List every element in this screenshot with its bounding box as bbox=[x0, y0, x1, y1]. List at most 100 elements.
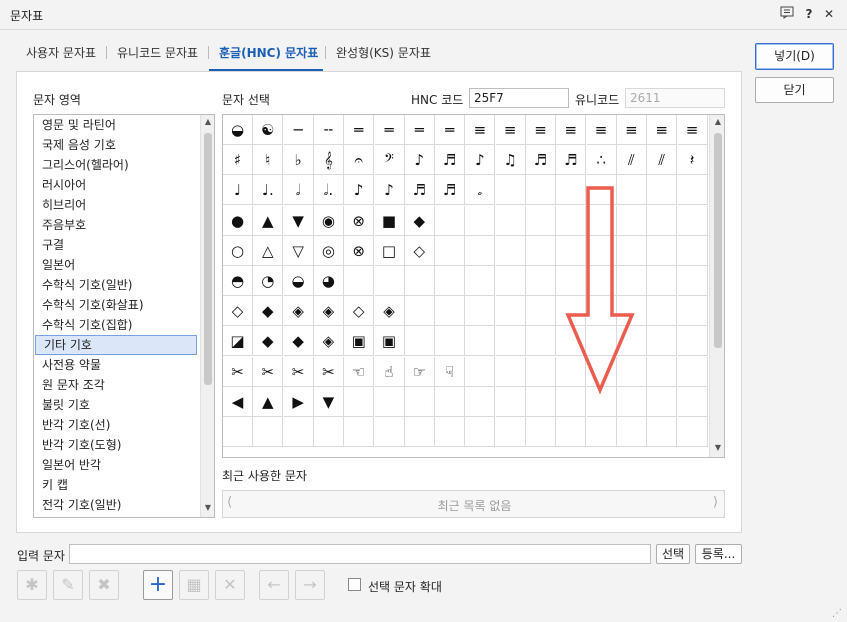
close-icon[interactable]: ✕ bbox=[821, 6, 837, 22]
char-cell[interactable] bbox=[677, 266, 708, 296]
char-cell[interactable]: ▣ bbox=[344, 326, 375, 357]
char-cell[interactable] bbox=[677, 235, 708, 266]
char-cell[interactable]: ◇ bbox=[404, 235, 435, 266]
char-cell[interactable]: ♬ bbox=[435, 175, 466, 206]
char-cell[interactable]: ▼ bbox=[313, 386, 344, 417]
char-cell[interactable]: ✂ bbox=[283, 356, 314, 387]
char-cell[interactable] bbox=[526, 386, 556, 417]
char-cell[interactable] bbox=[435, 386, 466, 417]
char-cell[interactable]: ◪ bbox=[223, 326, 253, 357]
char-cell[interactable]: ✂ bbox=[253, 356, 284, 387]
char-cell[interactable]: ♭ bbox=[283, 145, 314, 176]
char-cell[interactable]: △ bbox=[253, 235, 284, 266]
char-cell[interactable] bbox=[526, 205, 556, 236]
char-cell[interactable] bbox=[223, 417, 253, 447]
char-cell[interactable]: ∴ bbox=[586, 145, 617, 176]
char-cell[interactable]: ♪ bbox=[404, 145, 435, 176]
list-item[interactable]: 그리스어(헬라어) bbox=[34, 155, 198, 175]
char-cell[interactable]: ☯ bbox=[253, 115, 284, 145]
list-item[interactable]: 히브리어 bbox=[34, 195, 198, 215]
char-cell[interactable] bbox=[647, 417, 678, 447]
char-cell[interactable] bbox=[495, 266, 526, 296]
char-cell[interactable] bbox=[435, 205, 466, 236]
char-cell[interactable] bbox=[677, 417, 708, 447]
char-cell[interactable]: ⊗ bbox=[344, 235, 375, 266]
char-cell[interactable]: ≡ bbox=[556, 115, 587, 145]
char-cell[interactable] bbox=[616, 417, 647, 447]
scroll-up-icon[interactable]: ▲ bbox=[201, 115, 214, 129]
char-cell[interactable]: ▼ bbox=[283, 205, 314, 236]
char-cell[interactable] bbox=[677, 175, 708, 206]
char-cell[interactable]: ═ bbox=[374, 115, 405, 145]
tab-hnc-charmap[interactable]: 훈글(HNC) 문자표 bbox=[219, 44, 318, 61]
char-cell[interactable]: ♬ bbox=[556, 145, 587, 176]
char-cell[interactable]: 𝅗𝅥. bbox=[313, 175, 344, 206]
char-cell[interactable] bbox=[344, 266, 375, 296]
char-cell[interactable] bbox=[465, 326, 496, 357]
char-cell[interactable]: ◆ bbox=[404, 205, 435, 236]
char-cell[interactable] bbox=[647, 386, 678, 417]
char-cell[interactable] bbox=[344, 417, 375, 447]
char-cell[interactable]: 𝄽 bbox=[677, 145, 708, 176]
char-cell[interactable] bbox=[647, 326, 678, 357]
char-cell[interactable]: ◇ bbox=[223, 296, 253, 327]
char-cell[interactable]: ■ bbox=[374, 205, 405, 236]
char-cell[interactable] bbox=[647, 296, 678, 327]
char-cell[interactable] bbox=[586, 417, 617, 447]
char-grid[interactable]: ◒ ☯ ─ ╌ ═ ═ ═ ═ ≡ ≡ ≡ ≡ ≡ ≡ ≡ ≡ ♯ ♮ ♭ 𝄞 𝄐 𝄢 ♪ ♬ ♪ ♫ ♬ ♬ ∴ ⫽ ⫽ 𝄽 ♩ ♩. 𝅗𝅥 𝅗𝅥.… bbox=[222, 114, 725, 458]
char-cell[interactable]: ◒ bbox=[283, 266, 314, 296]
recent-list[interactable]: ⟨ 최근 목록 없음 ⟩ bbox=[222, 490, 725, 518]
add-table-icon[interactable]: ▦ bbox=[179, 570, 209, 600]
char-cell[interactable]: ≡ bbox=[526, 115, 556, 145]
char-cell[interactable]: ◀ bbox=[223, 386, 253, 417]
char-cell[interactable]: 𝄢 bbox=[374, 145, 405, 176]
edit-user-char-icon[interactable]: ✎ bbox=[53, 570, 83, 600]
char-cell[interactable] bbox=[465, 296, 496, 327]
char-cell[interactable]: ● bbox=[223, 205, 253, 236]
char-cell[interactable]: ⫽ bbox=[616, 145, 647, 176]
register-button[interactable]: 등록... bbox=[695, 544, 742, 564]
scroll-thumb[interactable] bbox=[714, 133, 722, 348]
char-cell[interactable] bbox=[647, 205, 678, 236]
tab-unicode-charmap[interactable]: 유니코드 문자표 bbox=[117, 44, 198, 61]
char-cell[interactable] bbox=[647, 356, 678, 387]
char-cell[interactable]: ≡ bbox=[495, 115, 526, 145]
char-cell[interactable]: ✂ bbox=[313, 356, 344, 387]
char-cell[interactable] bbox=[404, 417, 435, 447]
insert-button[interactable]: 넣기(D) bbox=[755, 43, 834, 70]
char-cell[interactable]: ◉ bbox=[313, 205, 344, 236]
char-cell[interactable] bbox=[465, 356, 496, 387]
char-cell[interactable]: ☞ bbox=[404, 356, 435, 387]
list-item[interactable]: 일본어 반각 bbox=[34, 455, 198, 475]
char-cell[interactable] bbox=[495, 235, 526, 266]
char-cell[interactable] bbox=[465, 205, 496, 236]
delete-user-char-icon[interactable]: ✖ bbox=[89, 570, 119, 600]
char-cell[interactable]: ≡ bbox=[465, 115, 496, 145]
char-cell[interactable]: ╌ bbox=[313, 115, 344, 145]
list-item[interactable]: 영문 및 라틴어 bbox=[34, 115, 198, 135]
char-cell[interactable]: ♫ bbox=[495, 145, 526, 176]
char-cell[interactable]: ◆ bbox=[253, 296, 284, 327]
enlarge-checkbox[interactable] bbox=[348, 578, 361, 591]
char-cell[interactable] bbox=[253, 417, 284, 447]
list-item[interactable]: 수학식 기호(화살표) bbox=[34, 295, 198, 315]
char-cell[interactable]: ⊗ bbox=[344, 205, 375, 236]
char-cell[interactable] bbox=[556, 417, 587, 447]
char-cell[interactable]: ♩. bbox=[253, 175, 284, 206]
arrow-left-icon[interactable]: ← bbox=[259, 570, 289, 600]
char-cell[interactable] bbox=[495, 356, 526, 387]
char-cell[interactable]: ═ bbox=[404, 115, 435, 145]
char-cell[interactable]: ▣ bbox=[374, 326, 405, 357]
char-cell[interactable] bbox=[404, 326, 435, 357]
char-cell[interactable] bbox=[404, 386, 435, 417]
char-cell[interactable] bbox=[283, 417, 314, 447]
char-cell[interactable] bbox=[495, 296, 526, 327]
char-cell[interactable]: ♩ bbox=[223, 175, 253, 206]
char-cell[interactable] bbox=[465, 386, 496, 417]
char-cell[interactable] bbox=[526, 326, 556, 357]
arrow-right-icon[interactable]: → bbox=[295, 570, 325, 600]
char-cell[interactable]: ◔ bbox=[253, 266, 284, 296]
char-cell[interactable]: ♯ bbox=[223, 145, 253, 176]
char-cell[interactable]: ○ bbox=[223, 235, 253, 266]
char-cell[interactable]: ◈ bbox=[313, 296, 344, 327]
